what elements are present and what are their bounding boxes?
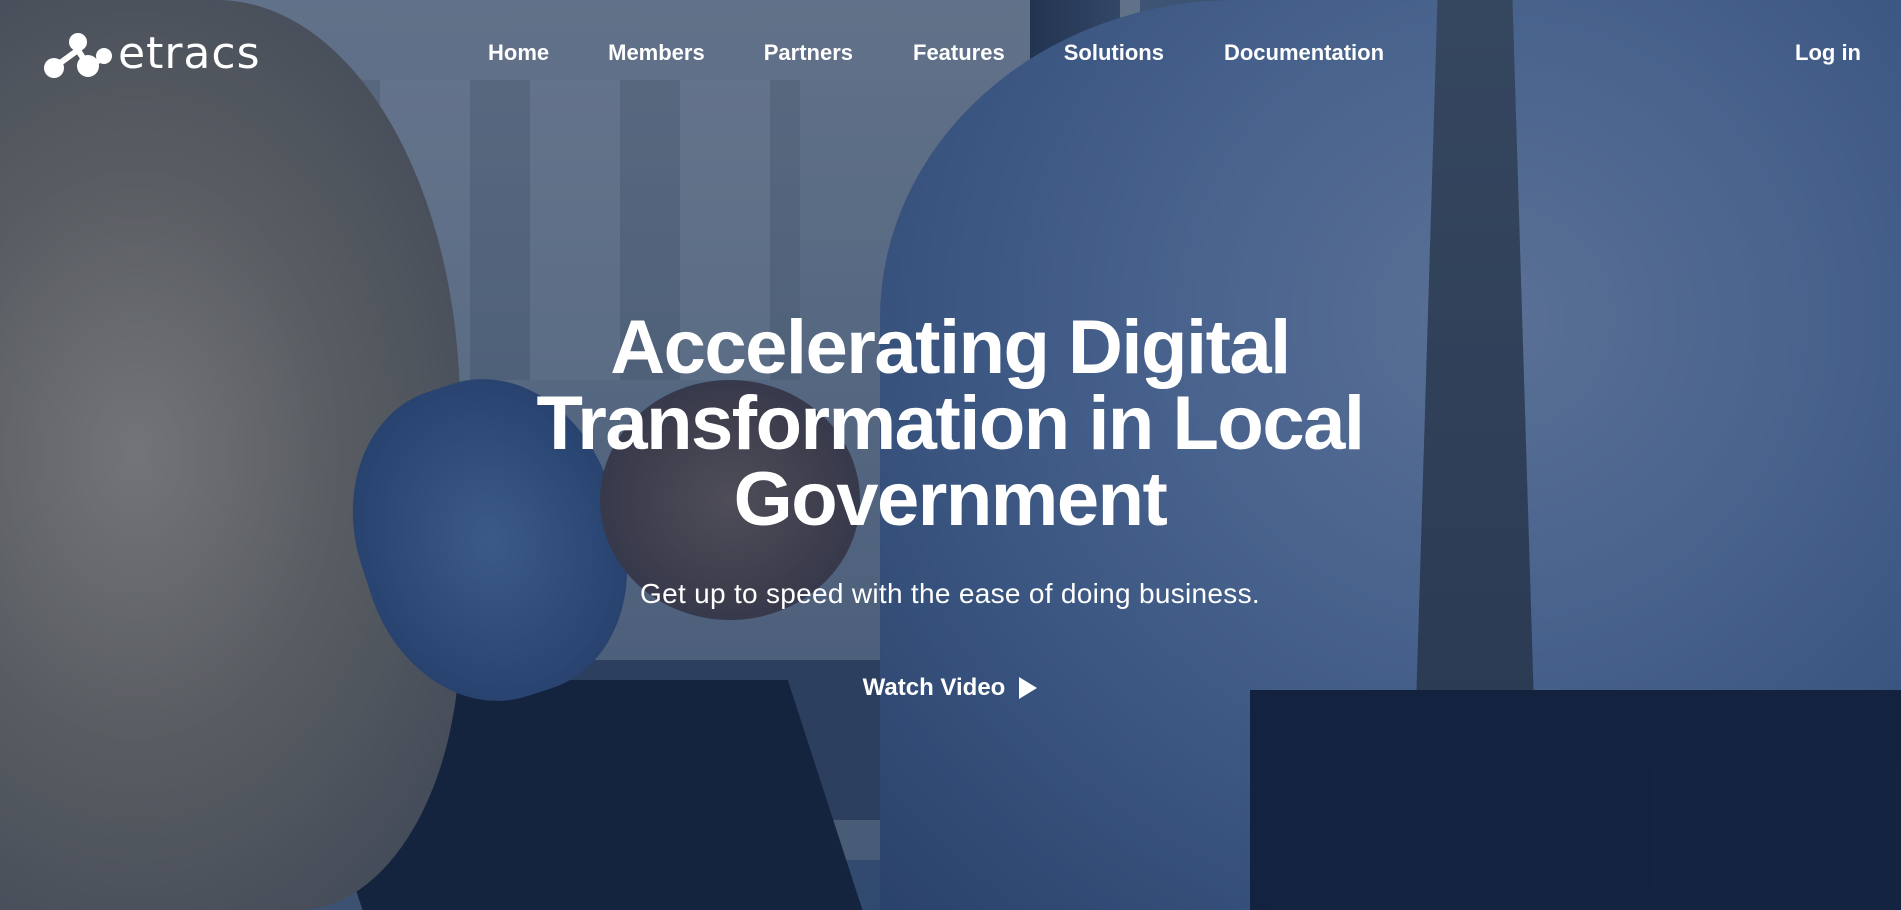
nav-links: Home Members Partners Features Solutions… <box>488 38 1384 68</box>
brand-name: etracs <box>118 28 261 79</box>
molecule-dots-icon <box>44 33 112 78</box>
nav-documentation[interactable]: Documentation <box>1224 38 1384 68</box>
hero-headline: Accelerating Digital Transformation in L… <box>450 310 1450 538</box>
hero-section: etracs Home Members Partners Features So… <box>0 0 1901 910</box>
nav-features[interactable]: Features <box>913 38 1005 68</box>
headline-line-2: Transformation in Local <box>536 381 1365 466</box>
headline-line-1: Accelerating Digital <box>610 305 1291 390</box>
nav-solutions[interactable]: Solutions <box>1064 38 1164 68</box>
nav-members[interactable]: Members <box>608 38 705 68</box>
watch-video-button[interactable]: Watch Video <box>863 672 1038 704</box>
top-navbar: etracs Home Members Partners Features So… <box>0 0 1901 110</box>
watch-video-label: Watch Video <box>862 674 1006 701</box>
hero-subtitle: Get up to speed with the ease of doing b… <box>640 578 1260 609</box>
nav-home[interactable]: Home <box>488 38 549 68</box>
play-icon <box>1019 677 1038 699</box>
headline-line-3: Government <box>733 457 1168 542</box>
hero-content: Accelerating Digital Transformation in L… <box>450 310 1450 704</box>
nav-partners[interactable]: Partners <box>764 38 853 68</box>
login-link[interactable]: Log in <box>1795 38 1861 68</box>
brand-logo[interactable]: etracs <box>42 28 261 80</box>
